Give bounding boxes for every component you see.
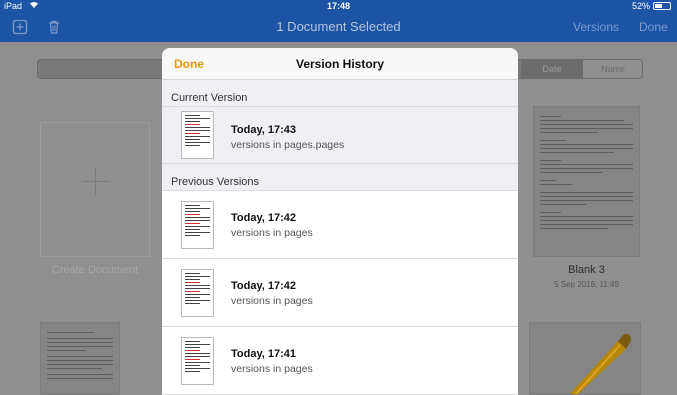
plus-icon-vertical	[95, 168, 96, 196]
previous-version-row[interactable]: Today, 17:42 versions in pages	[162, 259, 518, 327]
modal-title: Version History	[295, 57, 385, 71]
current-version-header: Current Version	[162, 80, 518, 107]
nav-bar: 1 Document Selected Versions Done	[0, 12, 677, 42]
blank-3-title: Blank 3	[568, 264, 605, 276]
battery-percent: 52%	[631, 1, 650, 11]
status-right: 52%	[632, 0, 671, 12]
version-title: Today, 17:42	[231, 280, 297, 292]
version-title: Today, 17:41	[231, 348, 297, 360]
version-thumbnail	[181, 201, 214, 249]
sort-name-segment[interactable]: Name	[583, 60, 642, 78]
pen-template-thumbnail[interactable]	[529, 322, 641, 395]
versions-button[interactable]: Versions	[573, 12, 619, 42]
blank-3-date: 5 Sep 2016, 11:49	[554, 280, 619, 289]
version-history-modal: Done Version History Current Version Tod…	[162, 48, 518, 395]
previous-version-row[interactable]: Today, 17:41 versions in pages	[162, 327, 518, 395]
blank-3-thumbnail[interactable]	[533, 106, 640, 257]
status-bar: iPad 17:48 52%	[0, 0, 677, 12]
current-version-row[interactable]: Today, 17:43 versions in pages.pages	[162, 107, 518, 164]
version-thumbnail	[181, 337, 214, 385]
previous-versions-header: Previous Versions	[162, 164, 518, 191]
version-subtitle: versions in pages	[231, 295, 313, 307]
plus-icon	[82, 181, 110, 182]
version-thumbnail	[181, 269, 214, 317]
version-subtitle: versions in pages	[231, 227, 313, 239]
previous-version-row[interactable]: Today, 17:42 versions in pages	[162, 191, 518, 259]
modal-header: Done Version History	[162, 48, 518, 80]
version-title: Today, 17:43	[231, 124, 297, 136]
version-subtitle: versions in pages	[231, 363, 313, 375]
version-title: Today, 17:42	[231, 212, 297, 224]
nav-done-button[interactable]: Done	[639, 12, 668, 42]
document-thumbnail-left[interactable]	[40, 322, 120, 395]
version-thumbnail	[181, 111, 214, 159]
sort-date-segment[interactable]: Date	[521, 60, 583, 78]
status-time: 17:48	[326, 1, 351, 11]
version-subtitle: versions in pages.pages	[231, 139, 345, 151]
create-document-label: Create Document	[51, 264, 139, 276]
pen-icon	[569, 333, 631, 394]
battery-icon	[653, 2, 671, 10]
